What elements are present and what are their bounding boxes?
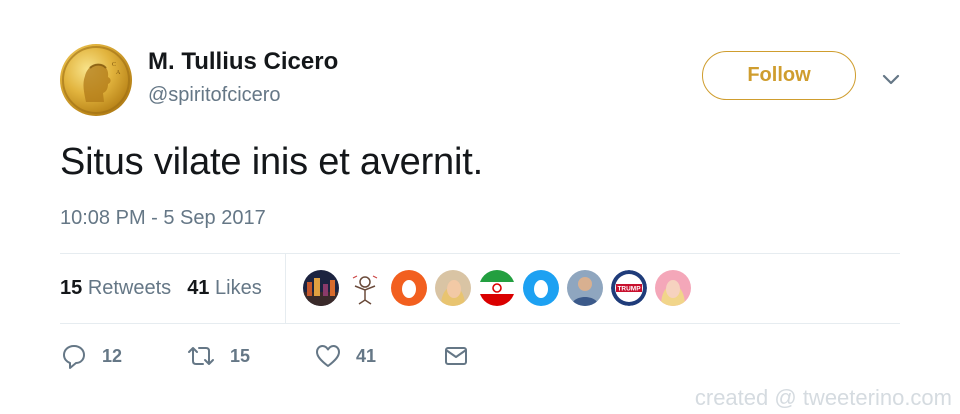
reply-count: 12 <box>102 345 123 366</box>
pink-woman-avatar <box>655 270 691 306</box>
like-count: 41 <box>356 345 377 366</box>
liker-avatar-2[interactable] <box>347 270 383 306</box>
retweet-icon <box>188 347 214 365</box>
svg-text:A: A <box>116 70 121 76</box>
liker-avatar-1[interactable] <box>303 270 339 306</box>
direct-message-button[interactable] <box>442 340 470 372</box>
iran-flag-avatar <box>479 270 515 306</box>
avatar[interactable]: C A <box>60 44 132 116</box>
liker-avatar-5[interactable] <box>479 270 515 306</box>
trump-badge-text: TRUMP <box>617 286 641 293</box>
liker-avatar-6[interactable] <box>523 270 559 306</box>
likes-count: 41 <box>187 277 210 299</box>
chevron-down-icon[interactable] <box>880 68 902 90</box>
blue-egg-avatar <box>523 270 559 306</box>
liker-avatar-3[interactable] <box>391 270 427 306</box>
retweets-label: Retweets <box>87 277 172 299</box>
liker-avatar-8[interactable]: TRUMP <box>611 270 647 306</box>
tweet-timestamp[interactable]: 10:08 PM - 5 Sep 2017 <box>60 207 266 230</box>
liker-avatar-4[interactable] <box>435 270 471 306</box>
retweet-count: 15 <box>230 345 251 366</box>
city-night-avatar <box>303 270 339 306</box>
likes-stat[interactable]: 41 Likes <box>187 277 262 300</box>
man-photo-avatar <box>567 270 603 306</box>
likers-avatars: TRUMP <box>303 270 699 306</box>
orange-egg-avatar <box>391 270 427 306</box>
sketch-figure-avatar <box>347 270 383 306</box>
user-handle[interactable]: @spiritofcicero <box>148 84 281 107</box>
follow-button[interactable]: Follow <box>702 51 856 100</box>
trump-badge-avatar: TRUMP <box>611 270 647 306</box>
heart-icon <box>316 345 340 367</box>
stats-row: 15 Retweets 41 Likes <box>60 254 278 323</box>
liker-avatar-7[interactable] <box>567 270 603 306</box>
tweet-text: Situs vilate inis et avernit. <box>60 141 483 183</box>
reply-button[interactable]: 12 <box>60 340 122 372</box>
likes-label: Likes <box>215 277 262 299</box>
divider <box>60 323 900 324</box>
retweets-count: 15 <box>60 277 83 299</box>
blonde-woman-avatar <box>435 270 471 306</box>
gold-coin-portrait-icon: C A <box>62 46 130 114</box>
reply-icon <box>63 345 85 369</box>
retweet-button[interactable]: 15 <box>186 340 250 372</box>
envelope-icon <box>445 347 467 365</box>
stats-divider <box>285 254 286 323</box>
user-name[interactable]: M. Tullius Cicero <box>148 48 338 76</box>
liker-avatar-9[interactable] <box>655 270 691 306</box>
retweets-stat[interactable]: 15 Retweets <box>60 277 171 300</box>
svg-text:C: C <box>112 62 116 68</box>
like-button[interactable]: 41 <box>314 340 376 372</box>
watermark: created @ tweeterino.com <box>694 385 952 410</box>
